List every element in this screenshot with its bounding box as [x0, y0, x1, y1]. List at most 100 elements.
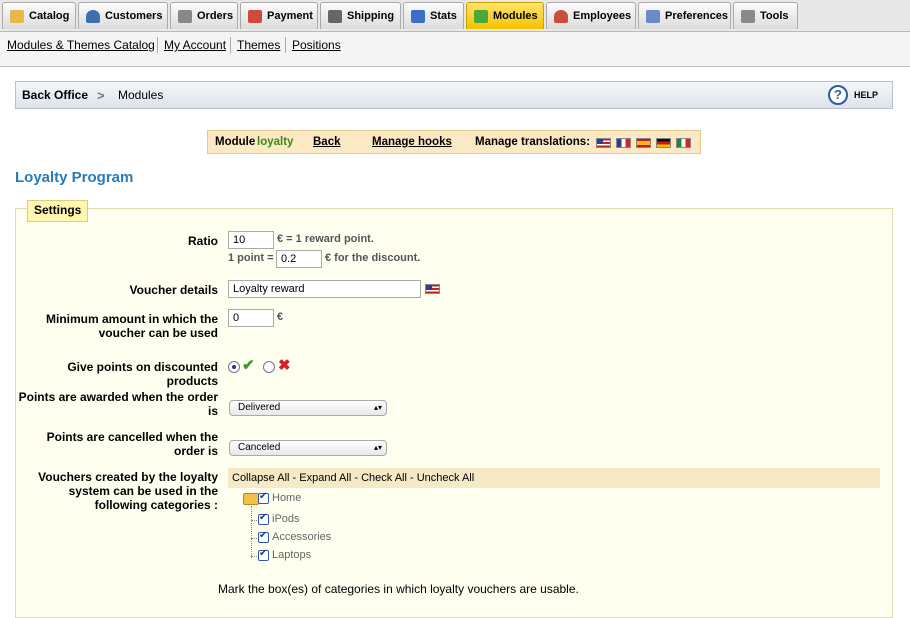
flag-fr-icon[interactable] [616, 138, 631, 148]
settings-legend: Settings [27, 200, 89, 222]
tab-label: Customers [105, 10, 163, 22]
puzzle-icon [474, 10, 488, 23]
tab-label: Modules [493, 10, 538, 22]
voucher-details-label: Voucher details [129, 283, 218, 297]
categories-help-text: Mark the box(es) of categories in which … [218, 582, 579, 596]
tab-orders[interactable]: Orders [170, 2, 238, 29]
folder-open-icon[interactable] [243, 493, 259, 505]
subnav-divider [285, 37, 286, 53]
category-checkbox-laptops[interactable] [258, 548, 269, 561]
category-checkbox-accessories[interactable] [258, 530, 269, 543]
preferences-icon [646, 10, 660, 23]
module-toolbar: Module loyalty Back Manage hooks Manage … [207, 130, 701, 154]
categories-label: Vouchers created by the loyalty system c… [38, 470, 218, 512]
ratio-suffix: € = 1 reward point. [277, 233, 374, 245]
module-prefix: Module [215, 136, 256, 148]
tab-payment[interactable]: Payment [240, 2, 318, 29]
minimum-amount-label: Minimum amount in which the voucher can … [46, 312, 218, 340]
minimum-amount-input[interactable]: 0 [228, 309, 274, 327]
category-checkbox-ipods[interactable] [258, 512, 269, 525]
tab-customers[interactable]: Customers [78, 2, 168, 29]
wrench-icon [741, 10, 755, 23]
tab-label: Catalog [29, 10, 70, 22]
category-label-laptops: Laptops [272, 549, 312, 561]
subnav-my-account[interactable]: My Account [164, 38, 226, 52]
discounted-yes-radio[interactable] [228, 361, 240, 373]
points-cancelled-label: Points are cancelled when the order is [46, 430, 218, 458]
tab-label: Orders [197, 10, 234, 22]
category-label-accessories: Accessories [272, 531, 332, 543]
subnav-divider [157, 37, 158, 53]
select-arrows-icon: ▴▾ [373, 403, 382, 412]
point-value-input[interactable]: 0.2 [276, 250, 322, 268]
tab-shipping[interactable]: Shipping [320, 2, 401, 29]
cart-icon [178, 10, 192, 23]
expand-all-link[interactable]: Expand All [299, 472, 351, 484]
flag-it-icon[interactable] [676, 138, 691, 148]
subnav-themes[interactable]: Themes [237, 38, 280, 52]
category-checkbox-home[interactable] [258, 491, 269, 504]
tab-stats[interactable]: Stats [403, 2, 464, 29]
breadcrumb-back-office[interactable]: Back Office [22, 88, 88, 102]
collapse-all-link[interactable]: Collapse All [232, 472, 289, 484]
tab-label: Shipping [347, 10, 395, 22]
truck-icon [328, 10, 342, 23]
tree-action-separator: - [409, 472, 414, 484]
voucher-details-input[interactable]: Loyalty reward [228, 280, 421, 298]
check-icon: ✔ [242, 357, 255, 374]
flag-en-icon[interactable] [425, 284, 440, 294]
points-cancelled-select[interactable]: Canceled ▴▾ [229, 440, 387, 456]
subnav-divider [230, 37, 231, 53]
select-arrows-icon: ▴▾ [373, 443, 382, 452]
category-tree-toolbar: Collapse All - Expand All - Check All - … [228, 468, 880, 488]
back-link[interactable]: Back [313, 136, 341, 148]
page-title: Loyalty Program [15, 169, 134, 186]
manage-hooks-link[interactable]: Manage hooks [372, 136, 452, 148]
chevron-right-icon: > [97, 88, 105, 103]
payment-icon [248, 10, 262, 23]
point-prefix: 1 point = [228, 252, 274, 264]
point-suffix: € for the discount. [325, 252, 421, 264]
subnav-modules-themes-catalog[interactable]: Modules & Themes Catalog [7, 38, 155, 52]
customer-icon [86, 10, 100, 23]
breadcrumb: Back Office > Modules ? HELP [15, 81, 893, 109]
folder-icon [10, 10, 24, 23]
tab-catalog[interactable]: Catalog [2, 2, 76, 29]
discounted-no-radio[interactable] [263, 361, 275, 373]
tree-action-separator: - [292, 472, 297, 484]
tab-label: Employees [573, 10, 632, 22]
tab-label: Tools [760, 10, 789, 22]
tab-label: Preferences [665, 10, 728, 22]
breadcrumb-current: Modules [118, 88, 164, 102]
category-label-ipods: iPods [272, 513, 300, 525]
flag-de-icon[interactable] [656, 138, 671, 148]
uncheck-all-link[interactable]: Uncheck All [417, 472, 474, 484]
minimum-amount-currency: € [277, 311, 284, 323]
tree-action-separator: - [354, 472, 358, 484]
manage-translations-label: Manage translations: [475, 136, 591, 148]
ratio-label: Ratio [188, 234, 218, 248]
module-name: loyalty [257, 136, 294, 148]
points-awarded-value: Delivered [238, 402, 281, 413]
tree-line [251, 506, 253, 558]
tab-employees[interactable]: Employees [546, 2, 636, 29]
flag-es-icon[interactable] [636, 138, 651, 148]
category-label-home: Home [272, 492, 302, 504]
help-button[interactable]: ? HELP [828, 85, 884, 107]
flag-en-icon[interactable] [596, 138, 611, 148]
ratio-input[interactable]: 10 [228, 231, 274, 249]
sub-navigation: Modules & Themes Catalog My Account Them… [0, 32, 910, 67]
points-awarded-label: Points are awarded when the order is [18, 390, 218, 418]
employee-icon [554, 10, 568, 23]
points-awarded-select[interactable]: Delivered ▴▾ [229, 400, 387, 416]
cross-icon: ✖ [278, 357, 291, 374]
help-label: HELP [854, 90, 879, 100]
stats-icon [411, 10, 425, 23]
tab-label: Payment [267, 10, 313, 22]
tab-modules[interactable]: Modules [466, 2, 544, 29]
tab-tools[interactable]: Tools [733, 2, 798, 29]
check-all-link[interactable]: Check All [361, 472, 407, 484]
subnav-positions[interactable]: Positions [292, 38, 341, 52]
tab-preferences[interactable]: Preferences [638, 2, 731, 29]
help-icon: ? [828, 85, 848, 105]
